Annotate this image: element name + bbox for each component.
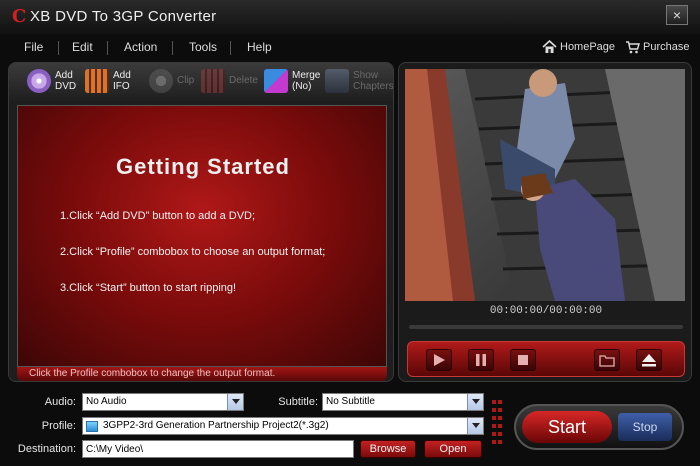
preview-panel: 00:00:00/00:00:00	[398, 62, 692, 382]
profile-combobox[interactable]: 3GPP2-3rd Generation Partnership Project…	[82, 417, 484, 435]
audio-value: No Audio	[86, 396, 127, 407]
menu-help[interactable]: Help	[247, 40, 272, 54]
phone-icon	[86, 421, 98, 432]
browse-button[interactable]: Browse	[360, 440, 416, 458]
close-button[interactable]: ×	[666, 5, 688, 25]
chevron-down-icon	[472, 399, 480, 404]
start-stop-group: Start Stop	[514, 404, 684, 450]
source-panel: Add DVD Add IFO Clip Delete Merge (No) S…	[8, 62, 394, 382]
start-button[interactable]: Start	[522, 411, 612, 443]
audio-combobox[interactable]: No Audio	[82, 393, 244, 411]
chapters-icon	[325, 69, 349, 93]
stop-icon	[518, 355, 528, 365]
home-icon	[542, 40, 557, 53]
subtitle-dropdown-button[interactable]	[467, 394, 483, 410]
menu-divider	[230, 41, 231, 55]
eject-icon	[642, 354, 656, 367]
status-bar: Click the Profile combobox to change the…	[17, 367, 387, 381]
open-button[interactable]: Open	[424, 440, 482, 458]
play-icon	[434, 354, 445, 366]
destination-input[interactable]	[82, 440, 354, 458]
show-chapters-label: Show Chapters	[353, 70, 394, 92]
audio-dropdown-button[interactable]	[227, 394, 243, 410]
decorative-dots	[492, 400, 502, 444]
add-dvd-button[interactable]: Add DVD	[27, 67, 85, 99]
title-bar: C XB DVD To 3GP Converter ×	[0, 0, 700, 34]
destination-label: Destination:	[17, 443, 76, 455]
stop-button[interactable]: Stop	[618, 413, 672, 441]
step-3-text: 3.Click “Start” button to start ripping!	[60, 282, 237, 294]
stop-playback-button[interactable]	[510, 349, 536, 371]
film-strip-icon	[85, 69, 109, 93]
subtitle-value: No Subtitle	[326, 396, 375, 407]
video-frame-image	[405, 69, 685, 301]
delete-button[interactable]: Delete	[201, 67, 259, 99]
step-2-text: 2.Click “Profile” combobox to choose an …	[60, 246, 326, 258]
status-hint: Click the Profile combobox to change the…	[29, 368, 276, 379]
homepage-link[interactable]: HomePage	[542, 40, 616, 53]
menu-action[interactable]: Action	[124, 40, 157, 54]
chevron-down-icon	[472, 423, 480, 428]
show-chapters-button[interactable]: Show Chapters	[325, 67, 394, 99]
seek-slider[interactable]	[409, 325, 683, 329]
delete-film-icon	[201, 69, 225, 93]
getting-started-title: Getting Started	[116, 154, 290, 179]
menu-divider	[172, 41, 173, 55]
pause-button[interactable]	[468, 349, 494, 371]
menu-bar: File Edit Action Tools Help HomePage Pur…	[0, 36, 700, 60]
menu-tools[interactable]: Tools	[189, 40, 217, 54]
homepage-label: HomePage	[560, 41, 616, 53]
chevron-down-icon	[232, 399, 240, 404]
toolbar: Add DVD Add IFO Clip Delete Merge (No) S…	[9, 63, 394, 103]
purchase-label: Purchase	[643, 41, 690, 53]
merge-button[interactable]: Merge (No)	[264, 67, 322, 99]
audio-label: Audio:	[44, 396, 76, 408]
dvd-disc-icon	[27, 69, 51, 93]
scissors-icon	[149, 69, 173, 93]
shopping-cart-icon	[626, 41, 640, 54]
profile-dropdown-button[interactable]	[467, 418, 483, 434]
subtitle-label: Subtitle:	[278, 396, 318, 408]
play-button[interactable]	[426, 349, 452, 371]
eject-button[interactable]	[636, 349, 662, 371]
snapshot-button[interactable]	[594, 349, 620, 371]
playback-controls	[407, 341, 685, 377]
menu-file[interactable]: File	[24, 40, 43, 54]
pause-icon	[476, 354, 486, 366]
folder-icon	[599, 355, 615, 367]
merge-icon	[264, 69, 288, 93]
menu-divider	[58, 41, 59, 55]
menu-edit[interactable]: Edit	[72, 40, 93, 54]
subtitle-combobox[interactable]: No Subtitle	[322, 393, 484, 411]
menu-divider	[107, 41, 108, 55]
clip-button[interactable]: Clip	[149, 67, 195, 99]
app-logo: C	[12, 6, 27, 27]
video-preview	[405, 69, 685, 301]
time-display: 00:00:00/00:00:00	[489, 305, 603, 317]
profile-label: Profile:	[41, 420, 76, 432]
profile-value: 3GPP2-3rd Generation Partnership Project…	[103, 420, 329, 431]
add-ifo-button[interactable]: Add IFO	[85, 67, 141, 99]
step-1-text: 1.Click “Add DVD” button to add a DVD;	[60, 210, 256, 222]
getting-started-panel: Getting Started 1.Click “Add DVD” button…	[17, 105, 387, 367]
window-title: XB DVD To 3GP Converter	[30, 8, 217, 25]
purchase-link[interactable]: Purchase	[626, 41, 690, 54]
